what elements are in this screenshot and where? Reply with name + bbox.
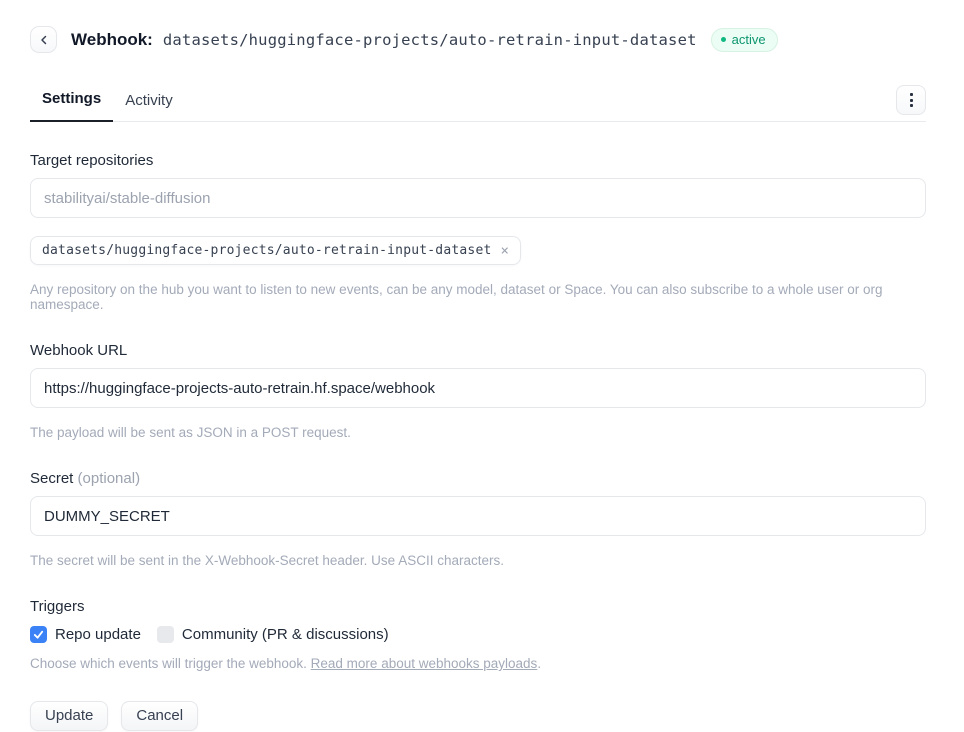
checkbox-repo-update[interactable] <box>30 626 47 643</box>
secret-label: Secret (optional) <box>30 470 926 487</box>
webhook-url-help: The payload will be sent as JSON in a PO… <box>30 425 926 440</box>
page-header: Webhook: datasets/huggingface-projects/a… <box>30 26 926 53</box>
secret-input[interactable] <box>30 496 926 536</box>
trigger-option-community[interactable]: Community (PR & discussions) <box>157 626 389 643</box>
cancel-button[interactable]: Cancel <box>121 701 198 731</box>
webhook-repo-path: datasets/huggingface-projects/auto-retra… <box>163 31 697 49</box>
webhooks-payloads-link[interactable]: Read more about webhooks payloads <box>311 656 538 671</box>
trigger-label-community: Community (PR & discussions) <box>182 626 389 643</box>
checkbox-community[interactable] <box>157 626 174 643</box>
form-actions: Update Cancel <box>30 701 926 731</box>
status-badge: active <box>711 28 778 52</box>
kebab-icon <box>910 93 913 96</box>
field-target-repositories: Target repositories datasets/huggingface… <box>30 152 926 312</box>
secret-help: The secret will be sent in the X-Webhook… <box>30 553 926 568</box>
webhook-url-label: Webhook URL <box>30 342 926 359</box>
back-button[interactable] <box>30 26 57 53</box>
secret-optional-label: (optional) <box>78 470 141 487</box>
more-options-button[interactable] <box>896 85 926 115</box>
target-repositories-label: Target repositories <box>30 152 926 169</box>
repo-chip: datasets/huggingface-projects/auto-retra… <box>30 236 521 265</box>
triggers-label: Triggers <box>30 598 926 615</box>
update-button[interactable]: Update <box>30 701 108 731</box>
triggers-help: Choose which events will trigger the web… <box>30 656 926 671</box>
webhook-url-input[interactable] <box>30 368 926 408</box>
triggers-options-row: Repo update Community (PR & discussions) <box>30 626 926 643</box>
tab-activity[interactable]: Activity <box>113 84 185 122</box>
tab-bar: Settings Activity <box>30 82 926 122</box>
target-repositories-help: Any repository on the hub you want to li… <box>30 282 926 312</box>
trigger-label-repo-update: Repo update <box>55 626 141 643</box>
remove-repo-icon[interactable]: × <box>501 244 510 258</box>
page-title: Webhook: <box>71 30 153 50</box>
status-label: active <box>732 32 766 47</box>
chevron-left-icon <box>38 34 50 46</box>
field-webhook-url: Webhook URL The payload will be sent as … <box>30 342 926 440</box>
field-secret: Secret (optional) The secret will be sen… <box>30 470 926 568</box>
check-icon <box>33 629 44 640</box>
webhook-settings-page: Webhook: datasets/huggingface-projects/a… <box>0 0 964 731</box>
repo-chip-text: datasets/huggingface-projects/auto-retra… <box>42 243 492 258</box>
trigger-option-repo-update[interactable]: Repo update <box>30 626 141 643</box>
target-repositories-input[interactable] <box>30 178 926 218</box>
field-triggers: Triggers Repo update Community (PR & dis… <box>30 598 926 671</box>
status-dot-icon <box>721 37 726 42</box>
tab-settings[interactable]: Settings <box>30 82 113 122</box>
